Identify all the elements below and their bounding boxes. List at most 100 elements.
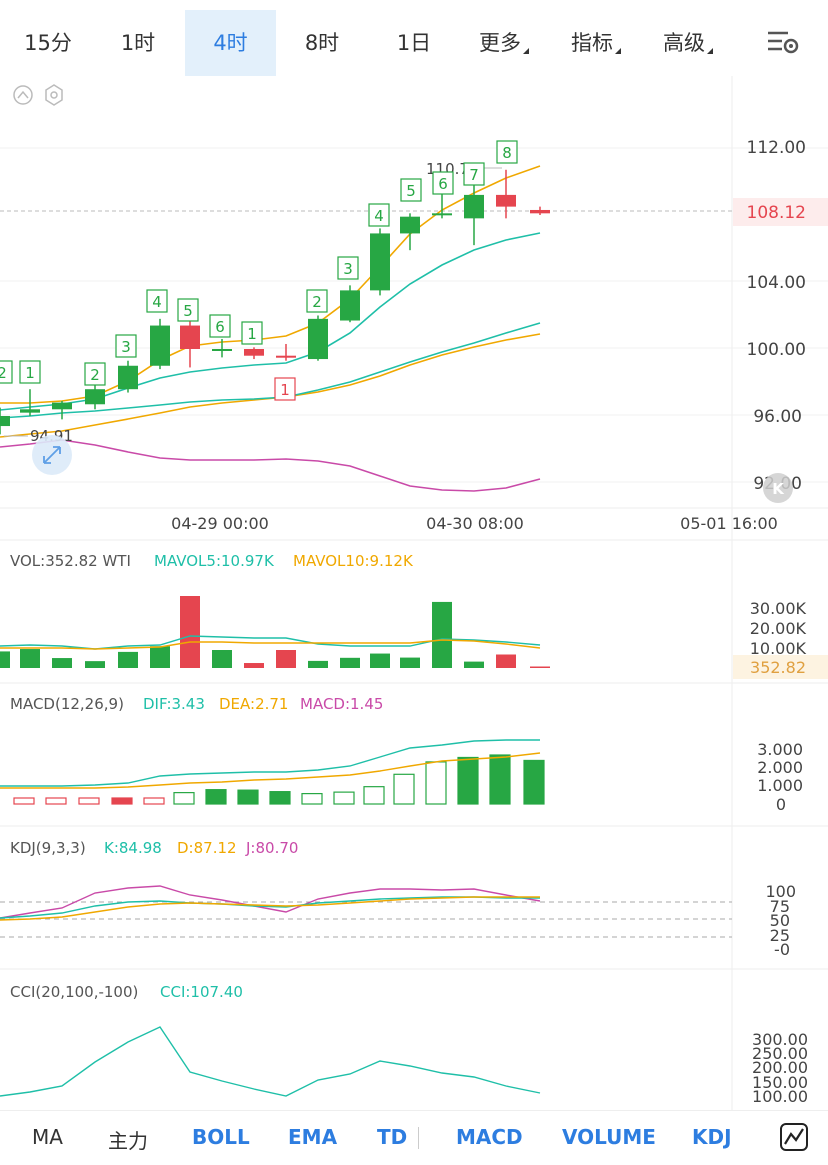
indicator-boll[interactable]: BOLL [192,1125,250,1149]
expand-icon[interactable] [32,435,72,475]
candle-body [0,416,10,427]
chart-draw-icon[interactable] [780,1123,808,1151]
macd-dea-label: DEA:2.71 [219,695,288,713]
svg-text:3: 3 [121,338,131,356]
volume-bar [432,601,452,668]
toolbar-divider [418,1127,419,1149]
kdj-j-label: J:80.70 [245,839,298,857]
ma-fast-yellow-line [0,165,541,404]
td-up-marker: 6 [432,171,454,195]
svg-text:6: 6 [438,175,448,193]
price-tick: 96.00 [753,407,802,427]
indicator-ema[interactable]: EMA [288,1125,337,1149]
macd-bar [301,793,323,805]
indicator-volume[interactable]: VOLUME [562,1125,656,1149]
ma-fast-teal-line [0,232,541,411]
price-tick: 104.00 [747,273,806,293]
macd-bar [269,791,291,805]
time-tick: 05-01 16:00 [680,514,778,533]
svg-text:1: 1 [247,325,257,343]
macd-dif-label: DIF:3.43 [143,695,205,713]
indicator-toolbar: MA 主力 BOLL EMA TD MACD VOLUME KDJ [0,1110,828,1165]
volume-bar [20,649,40,668]
macd-bar [489,754,511,805]
cci-line [0,1026,541,1097]
macd-bar [457,756,479,805]
chart-area[interactable]: 112.00 108.12 104.00 100.00 96.00 92.00 … [0,0,828,1110]
volume-bar [308,660,328,668]
candle-body [400,216,420,234]
svg-text:1: 1 [25,364,35,382]
svg-text:3: 3 [343,260,353,278]
volume-bar [85,661,105,668]
kdj-d-label: D:87.12 [177,839,237,857]
scroll-to-latest-icon[interactable]: K [763,473,793,503]
volume-bar [180,596,200,668]
indicator-ma[interactable]: MA [32,1125,63,1149]
indicator-td[interactable]: TD [377,1125,407,1149]
macd-bar [143,797,165,805]
macd-bar [205,789,227,805]
current-price-label: 108.12 [747,203,806,223]
mavol5-label: MAVOL5:10.97K [154,552,275,570]
macd-label: MACD(12,26,9) [10,695,124,713]
svg-text:7: 7 [469,166,479,184]
td-up-marker: 5 [177,298,199,322]
macd-bar [237,789,259,805]
volume-bar [52,658,72,668]
candle-body [212,349,232,351]
vol-current-label: 352.82 [750,658,806,677]
indicator-main-force[interactable]: 主力 [108,1125,148,1154]
volume-bar [118,651,138,668]
macd-tick: 1.000 [757,776,803,795]
svg-text:4: 4 [152,293,162,311]
macd-bar [13,797,35,805]
svg-text:6: 6 [215,318,225,336]
svg-text:1: 1 [280,381,290,399]
volume-bar [464,661,484,668]
candle-body [276,355,296,358]
svg-text:K: K [772,480,785,498]
candle-body [180,325,200,349]
macd-bar [45,797,67,805]
indicator-kdj[interactable]: KDJ [692,1125,732,1149]
macd-bar [363,786,385,805]
candle-body [432,213,452,216]
svg-text:5: 5 [183,302,193,320]
svg-text:8: 8 [502,144,512,162]
candle-body [464,194,484,219]
td-up-marker: 2 [84,362,106,386]
volume-bar [276,650,296,668]
collapse-icon[interactable] [13,85,33,105]
indicator-macd[interactable]: MACD [456,1125,523,1149]
volume-bar [370,653,390,668]
volume-bar [150,646,170,668]
candle-body [370,233,390,291]
price-tick: 112.00 [747,138,806,158]
td-up-marker: 4 [146,289,168,313]
hexagon-settings-icon[interactable] [45,84,63,106]
svg-text:5: 5 [406,182,416,200]
td-up-marker: 2 [0,360,13,384]
svg-text:4: 4 [374,207,384,225]
boll-lower-line [0,439,541,492]
candle-body [20,409,40,413]
candle-body [308,318,328,360]
macd-tick: 0 [776,795,786,814]
macd-bar [333,791,355,805]
candle-body [118,365,138,390]
volume-bar [340,657,360,668]
macd-tick: 3.000 [757,740,803,759]
macd-bar [78,797,100,805]
svg-text:2: 2 [90,366,100,384]
volume-bar [400,657,420,668]
kdj-k-label: K:84.98 [104,839,162,857]
time-tick: 04-29 00:00 [171,514,269,533]
cci-tick: 100.00 [752,1087,808,1106]
macd-bar [111,797,133,805]
macd-bar [173,792,195,805]
candle-body [85,389,105,405]
volume-bar [496,654,516,668]
candle-body [340,290,360,321]
td-down-marker: 1 [274,377,296,401]
